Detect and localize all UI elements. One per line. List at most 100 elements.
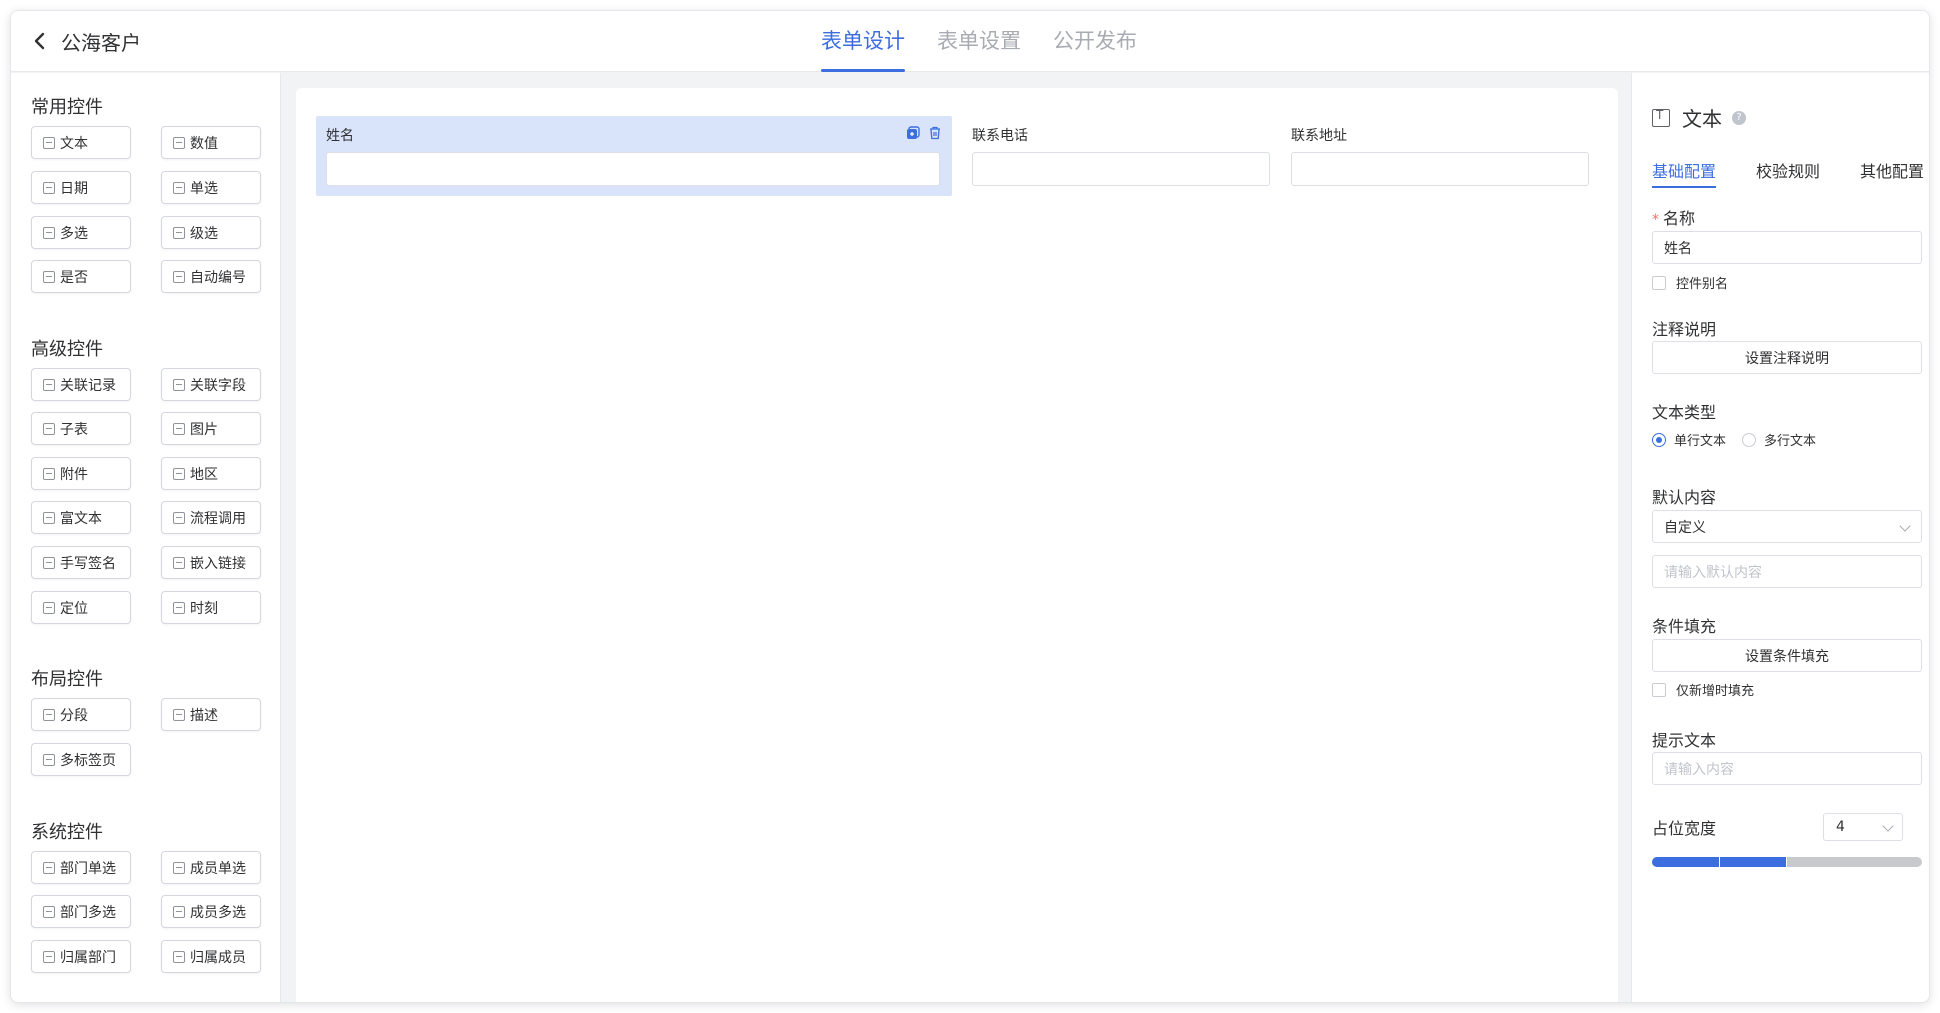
- control-label: 图片: [190, 421, 218, 438]
- back-button[interactable]: 公海客户: [31, 27, 141, 55]
- tab-public-publish[interactable]: 公开发布: [1053, 11, 1137, 72]
- note-label: 注释说明: [1652, 320, 1717, 339]
- form-field-name[interactable]: 姓名: [316, 116, 952, 196]
- alias-checkbox[interactable]: 控件别名: [1652, 273, 1728, 292]
- control-multi-select[interactable]: 多选: [31, 216, 131, 249]
- set-cond-button[interactable]: 设置条件填充: [1652, 639, 1922, 672]
- default-select[interactable]: 自定义: [1652, 510, 1922, 543]
- department-icon: [43, 861, 55, 874]
- toggle-icon: [43, 270, 55, 283]
- control-image[interactable]: 图片: [161, 412, 261, 445]
- control-label: 数值: [190, 135, 218, 152]
- control-label: 文本: [60, 135, 88, 152]
- control-section[interactable]: 分段: [31, 698, 131, 731]
- control-dept-multi[interactable]: 部门多选: [31, 895, 131, 928]
- control-member-single[interactable]: 成员单选: [161, 851, 261, 884]
- control-time[interactable]: 时刻: [161, 591, 261, 624]
- control-label: 嵌入链接: [190, 555, 246, 572]
- cascade-icon: [173, 226, 185, 239]
- region-icon: [173, 467, 185, 480]
- tab-validation-rules[interactable]: 校验规则: [1756, 158, 1820, 188]
- control-subtable[interactable]: 子表: [31, 412, 131, 445]
- field-input-preview: [326, 152, 940, 186]
- control-dept-single[interactable]: 部门单选: [31, 851, 131, 884]
- width-select[interactable]: 4: [1823, 813, 1903, 841]
- field-label: 联系地址: [1291, 128, 1347, 144]
- tab-other-config[interactable]: 其他配置: [1860, 158, 1924, 188]
- checkbox-icon: [43, 226, 55, 239]
- control-label: 成员多选: [190, 904, 246, 921]
- chevron-left-icon: [34, 32, 45, 50]
- control-auto-number[interactable]: 自动编号: [161, 260, 261, 293]
- control-label: 级选: [190, 225, 218, 242]
- control-text[interactable]: 文本: [31, 126, 131, 159]
- copy-icon[interactable]: [906, 125, 920, 139]
- form-field-phone[interactable]: 联系电话: [962, 116, 1270, 196]
- control-single-select[interactable]: 单选: [161, 171, 261, 204]
- control-rich-text[interactable]: 富文本: [31, 501, 131, 534]
- alias-label: 控件别名: [1676, 277, 1729, 292]
- width-bar[interactable]: [1652, 857, 1922, 867]
- control-member-multi[interactable]: 成员多选: [161, 895, 261, 928]
- control-label: 多标签页: [60, 752, 116, 769]
- chevron-down-icon: [1899, 520, 1911, 532]
- embed-link-icon: [173, 556, 185, 569]
- text-type-label: 文本类型: [1652, 403, 1717, 422]
- control-label: 成员单选: [190, 860, 246, 877]
- new-only-checkbox[interactable]: 仅新增时填充: [1652, 680, 1754, 699]
- control-label: 附件: [60, 466, 88, 483]
- section-title-layout: 布局控件: [31, 669, 103, 690]
- tab-form-design[interactable]: 表单设计: [821, 11, 905, 72]
- control-location[interactable]: 定位: [31, 591, 131, 624]
- tab-basic-config[interactable]: 基础配置: [1652, 158, 1717, 188]
- control-cascade-select[interactable]: 级选: [161, 216, 261, 249]
- control-description[interactable]: 描述: [161, 698, 261, 731]
- control-embed-link[interactable]: 嵌入链接: [161, 546, 261, 579]
- control-process-call[interactable]: 流程调用: [161, 501, 261, 534]
- text-type-radios: 单行文本 多行文本: [1652, 430, 1816, 449]
- width-label: 占位宽度: [1652, 819, 1717, 838]
- name-label: * 名称: [1652, 205, 1695, 229]
- help-icon[interactable]: ?: [1732, 110, 1746, 125]
- control-number[interactable]: 数值: [161, 126, 261, 159]
- clock-icon: [173, 601, 185, 614]
- control-label: 多选: [60, 225, 88, 242]
- default-label: 默认内容: [1652, 488, 1717, 507]
- default-content-input[interactable]: 请输入默认内容: [1652, 555, 1922, 588]
- top-header: 公海客户 表单设计 表单设置 公开发布: [11, 11, 1929, 72]
- name-label-text: 名称: [1663, 209, 1696, 228]
- owner-dept-icon: [43, 950, 55, 963]
- control-owner-member[interactable]: 归属成员: [161, 940, 261, 973]
- description-icon: [173, 708, 185, 721]
- hint-input[interactable]: 请输入内容: [1652, 752, 1922, 785]
- control-label: 归属部门: [60, 949, 116, 966]
- control-label: 手写签名: [60, 555, 116, 572]
- form-field-address[interactable]: 联系地址: [1281, 116, 1589, 196]
- control-region[interactable]: 地区: [161, 457, 261, 490]
- control-multi-tab[interactable]: 多标签页: [31, 743, 131, 776]
- radio-single-line[interactable]: [1652, 432, 1666, 447]
- radio-multi-line[interactable]: [1742, 432, 1757, 447]
- control-label: 时刻: [190, 600, 218, 617]
- control-signature[interactable]: 手写签名: [31, 546, 131, 579]
- control-owner-dept[interactable]: 归属部门: [31, 940, 131, 973]
- control-related-field[interactable]: 关联字段: [161, 368, 261, 401]
- tab-form-settings[interactable]: 表单设置: [937, 11, 1021, 72]
- set-note-button[interactable]: 设置注释说明: [1652, 341, 1922, 374]
- section-title-common: 常用控件: [31, 97, 103, 118]
- control-date[interactable]: 日期: [31, 171, 131, 204]
- app-window: 公海客户 表单设计 表单设置 公开发布 常用控件 文本 数值 日期 单选 多选 …: [10, 10, 1930, 1003]
- delete-icon[interactable]: [928, 125, 942, 140]
- control-attachment[interactable]: 附件: [31, 457, 131, 490]
- control-yes-no[interactable]: 是否: [31, 260, 131, 293]
- main-tabs: 表单设计 表单设置 公开发布: [821, 11, 1169, 72]
- cond-label: 条件填充: [1652, 617, 1717, 636]
- field-label: 联系电话: [972, 128, 1028, 144]
- control-related-record[interactable]: 关联记录: [31, 368, 131, 401]
- new-only-label: 仅新增时填充: [1676, 684, 1755, 699]
- attachment-icon: [43, 467, 55, 480]
- field-label: 姓名: [326, 128, 354, 144]
- rich-text-icon: [43, 511, 55, 524]
- auto-number-icon: [173, 270, 185, 283]
- name-input[interactable]: 姓名: [1652, 231, 1922, 264]
